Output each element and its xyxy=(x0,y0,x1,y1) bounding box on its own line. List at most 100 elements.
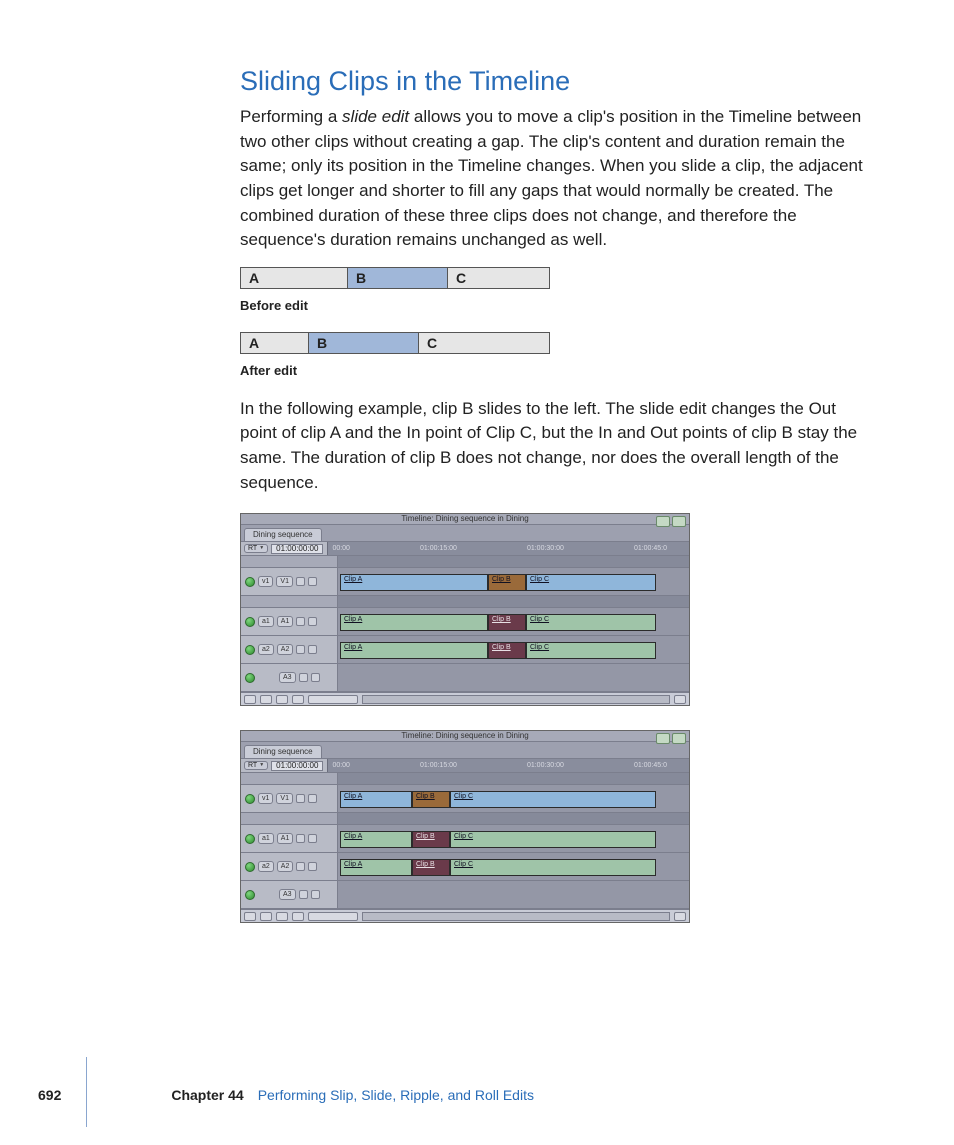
lock-icon[interactable] xyxy=(296,577,305,586)
current-timecode[interactable]: 01:00:00:00 xyxy=(271,544,323,554)
a1-lane[interactable]: Clip A Clip B Clip C xyxy=(338,825,689,853)
rt-menu[interactable]: RT xyxy=(244,761,268,770)
toggle-button[interactable] xyxy=(292,912,304,921)
v1-lane[interactable]: Clip A Clip B Clip C xyxy=(338,785,689,813)
toggle-button[interactable] xyxy=(244,695,256,704)
source-a1[interactable]: a1 xyxy=(258,616,274,627)
audibility-toggle-icon[interactable] xyxy=(245,862,255,872)
dest-v1[interactable]: V1 xyxy=(276,793,293,804)
audibility-toggle-icon[interactable] xyxy=(245,673,255,683)
time-ruler[interactable]: 00:00 01:00:15:00 01:00:30:00 01:00:45:0 xyxy=(327,542,689,555)
clip-a-video[interactable]: Clip A xyxy=(340,791,412,808)
clip-b-audio2[interactable]: Clip B xyxy=(488,642,526,659)
ruler-tick: 01:00:30:00 xyxy=(527,762,564,769)
zoom-slider[interactable] xyxy=(308,912,358,921)
layout-buttons[interactable] xyxy=(656,733,686,744)
audibility-toggle-icon[interactable] xyxy=(245,890,255,900)
v1-lane[interactable]: Clip A Clip B Clip C xyxy=(338,568,689,596)
abc-bar-before: A B C xyxy=(240,267,550,289)
track-header-v1[interactable]: v1 V1 xyxy=(241,568,337,596)
clip-b-audio[interactable]: Clip B xyxy=(412,831,450,848)
scroll-arrow-icon[interactable] xyxy=(674,912,686,921)
clip-c-audio[interactable]: Clip C xyxy=(450,831,656,848)
ruler-tick: 01:00:30:00 xyxy=(527,545,564,552)
clip-a-video[interactable]: Clip A xyxy=(340,574,488,591)
track-header-v1[interactable]: v1 V1 xyxy=(241,785,337,813)
auto-select-icon[interactable] xyxy=(308,862,317,871)
toggle-button[interactable] xyxy=(244,912,256,921)
lock-icon[interactable] xyxy=(296,862,305,871)
audibility-toggle-icon[interactable] xyxy=(245,645,255,655)
dest-a2[interactable]: A2 xyxy=(277,644,294,655)
time-ruler[interactable]: 00:00 01:00:15:00 01:00:30:00 01:00:45:0 xyxy=(327,759,689,772)
clip-a-audio[interactable]: Clip A xyxy=(340,831,412,848)
a3-lane[interactable] xyxy=(338,664,689,692)
clip-b-audio2[interactable]: Clip B xyxy=(412,859,450,876)
zoom-slider[interactable] xyxy=(308,695,358,704)
dest-v1[interactable]: V1 xyxy=(276,576,293,587)
auto-select-icon[interactable] xyxy=(308,794,317,803)
lock-icon[interactable] xyxy=(296,645,305,654)
visibility-toggle-icon[interactable] xyxy=(245,794,255,804)
dest-a3[interactable]: A3 xyxy=(279,672,296,683)
current-timecode[interactable]: 01:00:00:00 xyxy=(271,761,323,771)
rt-menu[interactable]: RT xyxy=(244,544,268,553)
scroll-arrow-icon[interactable] xyxy=(674,695,686,704)
dest-a1[interactable]: A1 xyxy=(277,833,294,844)
auto-select-icon[interactable] xyxy=(308,617,317,626)
audibility-toggle-icon[interactable] xyxy=(245,834,255,844)
clip-b-video[interactable]: Clip B xyxy=(488,574,526,591)
auto-select-icon[interactable] xyxy=(311,673,320,682)
clip-c-video[interactable]: Clip C xyxy=(450,791,656,808)
clip-a-audio[interactable]: Clip A xyxy=(340,614,488,631)
source-a2[interactable]: a2 xyxy=(258,861,274,872)
track-header-a1[interactable]: a1 A1 xyxy=(241,608,337,636)
lock-icon[interactable] xyxy=(299,673,308,682)
a1-lane[interactable]: Clip A Clip B Clip C xyxy=(338,608,689,636)
window-controls[interactable] xyxy=(241,514,689,525)
toggle-button[interactable] xyxy=(292,695,304,704)
toggle-button[interactable] xyxy=(260,695,272,704)
clip-c-audio[interactable]: Clip C xyxy=(526,614,656,631)
toggle-button[interactable] xyxy=(276,912,288,921)
track-header-a3[interactable]: A3 xyxy=(241,881,337,909)
a2-lane[interactable]: Clip A Clip B Clip C xyxy=(338,636,689,664)
auto-select-icon[interactable] xyxy=(311,890,320,899)
auto-select-icon[interactable] xyxy=(308,834,317,843)
track-header-a3[interactable]: A3 xyxy=(241,664,337,692)
visibility-toggle-icon[interactable] xyxy=(245,577,255,587)
track-header-a1[interactable]: a1 A1 xyxy=(241,825,337,853)
source-v1[interactable]: v1 xyxy=(258,793,273,804)
clip-a-audio2[interactable]: Clip A xyxy=(340,859,412,876)
clip-b-video[interactable]: Clip B xyxy=(412,791,450,808)
source-a1[interactable]: a1 xyxy=(258,833,274,844)
source-v1[interactable]: v1 xyxy=(258,576,273,587)
window-controls[interactable] xyxy=(241,731,689,742)
lock-icon[interactable] xyxy=(296,617,305,626)
track-header-a2[interactable]: a2 A2 xyxy=(241,636,337,664)
horizontal-scrollbar[interactable] xyxy=(362,695,670,704)
lock-icon[interactable] xyxy=(296,794,305,803)
track-header-a2[interactable]: a2 A2 xyxy=(241,853,337,881)
lock-icon[interactable] xyxy=(296,834,305,843)
auto-select-icon[interactable] xyxy=(308,577,317,586)
toggle-button[interactable] xyxy=(276,695,288,704)
dest-a1[interactable]: A1 xyxy=(277,616,294,627)
timeline-footer xyxy=(241,909,689,922)
clip-b-audio[interactable]: Clip B xyxy=(488,614,526,631)
lock-icon[interactable] xyxy=(299,890,308,899)
dest-a3[interactable]: A3 xyxy=(279,889,296,900)
audibility-toggle-icon[interactable] xyxy=(245,617,255,627)
clip-c-video[interactable]: Clip C xyxy=(526,574,656,591)
dest-a2[interactable]: A2 xyxy=(277,861,294,872)
horizontal-scrollbar[interactable] xyxy=(362,912,670,921)
a2-lane[interactable]: Clip A Clip B Clip C xyxy=(338,853,689,881)
clip-c-audio2[interactable]: Clip C xyxy=(526,642,656,659)
source-a2[interactable]: a2 xyxy=(258,644,274,655)
clip-a-audio2[interactable]: Clip A xyxy=(340,642,488,659)
auto-select-icon[interactable] xyxy=(308,645,317,654)
clip-c-audio2[interactable]: Clip C xyxy=(450,859,656,876)
a3-lane[interactable] xyxy=(338,881,689,909)
layout-buttons[interactable] xyxy=(656,516,686,527)
toggle-button[interactable] xyxy=(260,912,272,921)
